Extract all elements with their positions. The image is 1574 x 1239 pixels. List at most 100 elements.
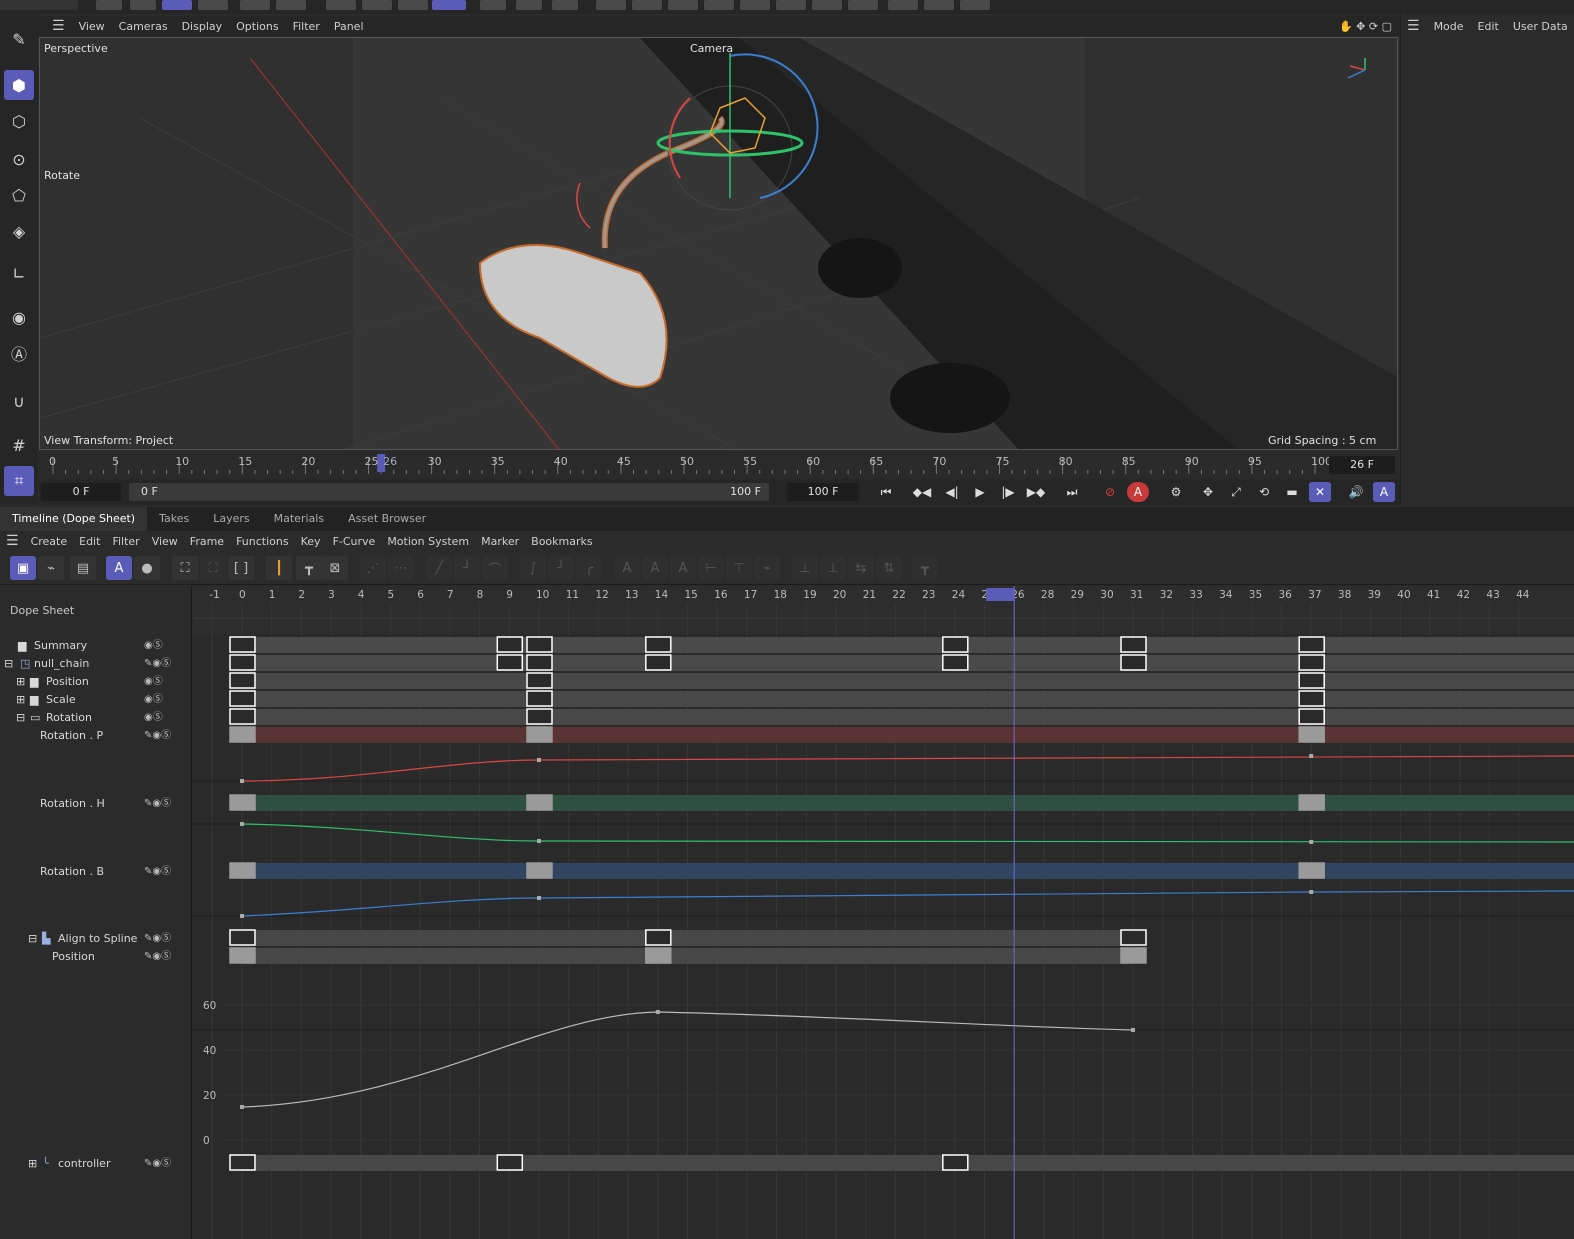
visibility-icon[interactable]: ◉Ⓢ [144, 637, 163, 655]
toolbar-button[interactable] [632, 0, 662, 10]
toolbar-button[interactable] [240, 0, 270, 10]
menu-filter[interactable]: Filter [112, 535, 139, 548]
key-op-icon[interactable]: A [670, 556, 696, 580]
tree-row-spline-position[interactable]: Position ✎◉Ⓢ [0, 948, 192, 966]
current-frame-field[interactable]: 26 F [1329, 456, 1395, 474]
frame-preview-icon[interactable]: [ ] [228, 556, 254, 580]
expand-icon[interactable]: ⊞ [16, 673, 25, 691]
key-op-icon[interactable]: ⌁ [754, 556, 780, 580]
key-op-icon[interactable]: ⊥ [820, 556, 846, 580]
edges-mode-icon[interactable]: ⬠ [4, 180, 34, 210]
toolbar-button[interactable] [162, 0, 192, 10]
range-slider[interactable]: 0 F 100 F [129, 483, 769, 501]
menu-filter[interactable]: Filter [293, 20, 320, 33]
key-op-icon[interactable]: ⇆ [848, 556, 874, 580]
visibility-icon[interactable]: ✎◉Ⓢ [144, 863, 171, 881]
menu-marker[interactable]: Marker [481, 535, 519, 548]
menu-edit[interactable]: Edit [1478, 20, 1499, 33]
automatic-mode-icon[interactable]: A [106, 556, 132, 580]
visibility-icon[interactable]: ◉Ⓢ [144, 691, 163, 709]
toolbar-button[interactable] [960, 0, 990, 10]
polygons-mode-icon[interactable]: ◈ [4, 216, 34, 246]
toolbar-button[interactable] [516, 0, 542, 10]
show-all-icon[interactable]: ● [134, 556, 160, 580]
toolbar-button[interactable] [596, 0, 626, 10]
toolbar-button[interactable] [276, 0, 306, 10]
toolbar-button[interactable] [888, 0, 918, 10]
menu-user-data[interactable]: User Data [1513, 20, 1568, 33]
texture-mode-icon[interactable]: ⬡ [4, 106, 34, 136]
hamburger-icon[interactable]: ☰ [52, 18, 65, 34]
menu-cameras[interactable]: Cameras [119, 20, 168, 33]
y-axis-button[interactable] [362, 0, 392, 10]
record-rotation-icon[interactable]: ⟲ [1253, 482, 1275, 502]
points-mode-icon[interactable]: ⊙ [4, 144, 34, 174]
fcurve-mode-icon[interactable]: ⌁ [38, 556, 64, 580]
key-op-icon[interactable]: ⊤ [726, 556, 752, 580]
tree-row-rotation-h[interactable]: Rotation . H ✎◉Ⓢ [0, 795, 192, 813]
key-op-icon[interactable]: A [614, 556, 640, 580]
collapse-icon[interactable]: ⊟ [16, 709, 25, 727]
tree-row-scale[interactable]: ⊞ ▆ Scale ◉Ⓢ [0, 691, 192, 709]
autokey-icon[interactable]: A [1127, 482, 1149, 502]
menu-create[interactable]: Create [31, 535, 68, 548]
visibility-icon[interactable]: ✎◉Ⓢ [144, 948, 171, 966]
go-to-start-icon[interactable]: ⏮ [875, 482, 897, 502]
collapse-icon[interactable]: ⊟ [4, 655, 13, 673]
edit-pencil-icon[interactable]: ✎ [4, 24, 34, 54]
visibility-icon[interactable]: ✎◉Ⓢ [144, 930, 171, 948]
toolbar-button[interactable] [704, 0, 734, 10]
next-frame-icon[interactable]: |▶ [997, 482, 1019, 502]
frame-all-icon[interactable]: ⛶ [172, 556, 198, 580]
snap-magnet-icon[interactable]: ∪ [4, 386, 34, 416]
key-tool-icon[interactable]: ⋰ [360, 556, 386, 580]
menu-frame[interactable]: Frame [190, 535, 224, 548]
menu-motion-system[interactable]: Motion System [387, 535, 469, 548]
toolbar-button[interactable] [776, 0, 806, 10]
previous-key-icon[interactable]: ◆◀ [911, 482, 933, 502]
end-frame-field[interactable]: 100 F [787, 483, 859, 501]
tree-row-null-chain[interactable]: ⊟ ◳ null_chain ✎◉Ⓢ [0, 655, 192, 673]
key-op-icon[interactable]: ┳ [912, 556, 938, 580]
toolbar-button[interactable] [552, 0, 578, 10]
key-op-icon[interactable]: ⇅ [876, 556, 902, 580]
spline-icon[interactable]: ∫ [520, 556, 546, 580]
record-scale-icon[interactable]: ⤢ [1225, 482, 1247, 502]
dope-sheet-mode-icon[interactable]: ▣ [10, 556, 36, 580]
tree-row-align-to-spline[interactable]: ⊟ ▙ Align to Spline ✎◉Ⓢ [0, 930, 192, 948]
key-op-icon[interactable]: ⊢ [698, 556, 724, 580]
model-mode-icon[interactable]: ⬢ [4, 70, 34, 100]
menu-panel[interactable]: Panel [334, 20, 364, 33]
record-position-icon[interactable]: ✥ [1197, 482, 1219, 502]
tab-asset-browser[interactable]: Asset Browser [336, 507, 438, 531]
visibility-icon[interactable]: ✎◉Ⓢ [144, 655, 171, 673]
tab-takes[interactable]: Takes [147, 507, 201, 531]
menu-bookmarks[interactable]: Bookmarks [531, 535, 592, 548]
menu-f-curve[interactable]: F-Curve [333, 535, 376, 548]
tree-row-rotation[interactable]: ⊟ ▭ Rotation ◉Ⓢ [0, 709, 192, 727]
toolbar-button[interactable] [480, 0, 506, 10]
timeline-ruler[interactable]: 0 5 10 15 20 25 26 30 35 40 45 50 55 60 65 70 75 80 85 90 95… [39, 452, 1398, 478]
tweak-mode-icon[interactable]: Ⓐ [4, 338, 34, 368]
menu-edit[interactable]: Edit [79, 535, 100, 548]
sound-icon[interactable]: 🔊 [1345, 482, 1367, 502]
tree-row-controller[interactable]: ⊞ ╰ controller ✎◉Ⓢ [0, 1155, 192, 1173]
hamburger-icon[interactable]: ☰ [6, 533, 19, 549]
menu-mode[interactable]: Mode [1434, 20, 1464, 33]
add-marker-range-icon[interactable]: ┳ [296, 556, 322, 580]
start-frame-field[interactable]: 0 F [41, 483, 121, 501]
camera-label[interactable]: Camera [690, 42, 733, 55]
ease-interp-icon[interactable]: ⌒ [482, 556, 508, 580]
hamburger-icon[interactable]: ☰ [1407, 18, 1420, 34]
key-op-icon[interactable]: A [642, 556, 668, 580]
keyframe-settings-icon[interactable]: ⚙ [1165, 482, 1187, 502]
toolbar-button[interactable] [848, 0, 878, 10]
viewport-nav-icons[interactable]: ✋ ✥ ⟳ ▢ [1339, 20, 1392, 33]
tree-row-summary[interactable]: ▆ Summary ◉Ⓢ [0, 637, 192, 655]
x-axis-button[interactable] [326, 0, 356, 10]
play-icon[interactable]: ▶ [969, 482, 991, 502]
coordinate-system-button[interactable] [432, 0, 466, 10]
toolbar-button[interactable] [130, 0, 156, 10]
linear-interp-icon[interactable]: ╱ [426, 556, 452, 580]
3d-viewport[interactable]: Perspective Camera Rotate View Transform… [39, 37, 1398, 450]
